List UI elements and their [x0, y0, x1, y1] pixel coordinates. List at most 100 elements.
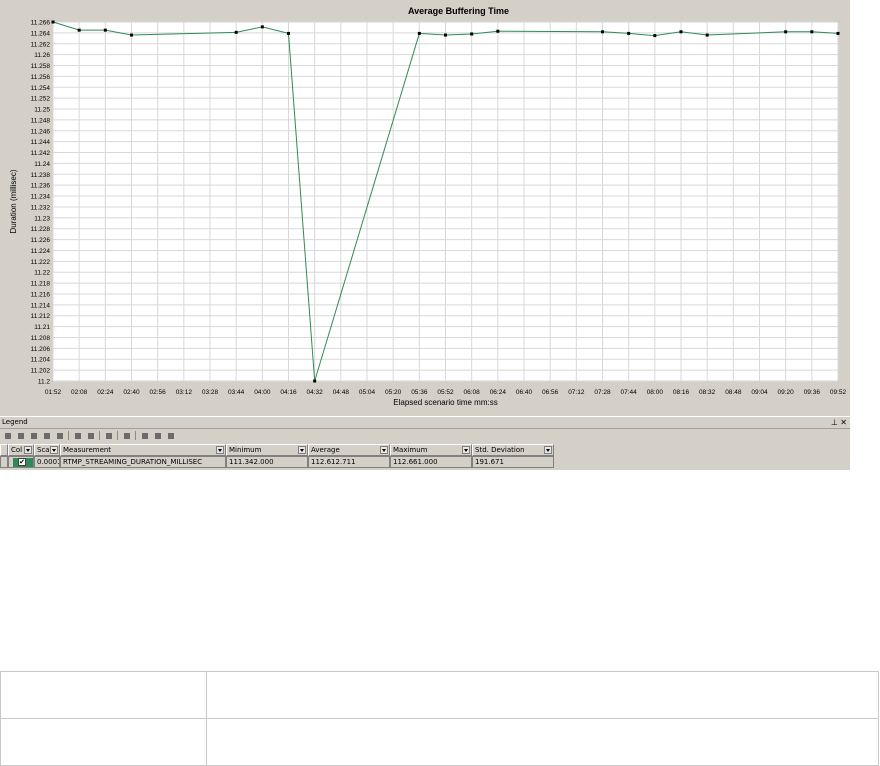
- x-axis-label: Elapsed scenario time mm:ss: [393, 398, 497, 407]
- x-tick-label: 08:16: [673, 389, 690, 396]
- table-cell: [0, 718, 207, 766]
- col-header-measurement[interactable]: Measurement: [60, 444, 226, 456]
- legend-panel: Legend ⊥ ✕ Col Sca Measurement Minimum A…: [0, 416, 850, 470]
- table-cell: [0, 671, 207, 719]
- col-header-color[interactable]: Col: [8, 444, 34, 456]
- col-header-std-deviation[interactable]: Std. Deviation: [472, 444, 554, 456]
- y-tick-label: 11.236: [31, 183, 51, 190]
- data-point: [234, 30, 238, 34]
- x-tick-label: 06:56: [542, 389, 559, 396]
- col-header-maximum[interactable]: Maximum: [390, 444, 472, 456]
- x-tick-label: 04:16: [280, 389, 297, 396]
- expand-icon[interactable]: [139, 430, 149, 440]
- collapse-icon[interactable]: [152, 430, 162, 440]
- chevron-down-icon[interactable]: [216, 446, 224, 454]
- y-tick-label: 11.234: [31, 194, 51, 201]
- x-tick-label: 03:12: [176, 389, 193, 396]
- y-tick-label: 11.2: [38, 379, 51, 386]
- chevron-down-icon[interactable]: [298, 446, 306, 454]
- show-all-icon[interactable]: [2, 430, 12, 440]
- scale-cell: 0.0001: [34, 456, 60, 468]
- hide-all-icon[interactable]: [15, 430, 25, 440]
- x-tick-label: 01:52: [45, 389, 62, 396]
- x-tick-label: 09:36: [804, 389, 821, 396]
- y-tick-label: 11.208: [31, 335, 51, 342]
- chevron-down-icon[interactable]: [380, 446, 388, 454]
- y-tick-label: 11.228: [31, 226, 51, 233]
- pin-icon[interactable]: ⊥: [831, 417, 838, 428]
- align-right-icon[interactable]: [85, 430, 95, 440]
- y-tick-label: 11.222: [31, 259, 51, 266]
- visibility-checkbox[interactable]: ✔: [18, 458, 26, 466]
- y-tick-label: 11.254: [31, 85, 51, 92]
- data-point: [313, 379, 317, 383]
- data-point: [784, 30, 788, 34]
- y-tick-label: 11.22: [34, 270, 50, 277]
- stop-icon[interactable]: [165, 430, 175, 440]
- y-tick-label: 11.232: [31, 204, 51, 211]
- color-cell[interactable]: ✔: [8, 456, 34, 468]
- chevron-down-icon[interactable]: [462, 446, 470, 454]
- x-tick-label: 04:48: [333, 389, 350, 396]
- y-tick-label: 11.246: [31, 128, 51, 135]
- y-tick-label: 11.23: [34, 215, 50, 222]
- y-tick-label: 11.224: [31, 248, 51, 255]
- y-tick-label: 11.264: [31, 30, 51, 37]
- x-tick-label: 08:48: [725, 389, 742, 396]
- link-icon[interactable]: [41, 430, 51, 440]
- close-icon[interactable]: ✕: [840, 417, 847, 428]
- x-tick-label: 06:24: [490, 389, 507, 396]
- x-tick-label: 09:04: [751, 389, 768, 396]
- col-header-average[interactable]: Average: [308, 444, 390, 456]
- legend-title: Legend: [2, 418, 28, 426]
- std-deviation-cell: 191.671: [472, 456, 554, 468]
- show-selected-icon[interactable]: [28, 430, 38, 440]
- x-tick-label: 04:00: [254, 389, 271, 396]
- data-point: [260, 25, 264, 29]
- align-left-icon[interactable]: [72, 430, 82, 440]
- table-row: [0, 718, 879, 766]
- measurement-cell: RTMP_STREAMING_DURATION_MILLISEC: [60, 456, 226, 468]
- data-point: [705, 33, 709, 37]
- y-tick-label: 11.21: [34, 324, 50, 331]
- data-point: [103, 28, 107, 32]
- average-cell: 112.612.711: [308, 456, 390, 468]
- chart-panel: Average Buffering Time 11.266 11.264 11.262…: [0, 0, 850, 418]
- y-tick-label: 11.214: [31, 302, 51, 309]
- data-point: [627, 31, 631, 35]
- row-selector-header[interactable]: [0, 444, 8, 456]
- col-header-minimum[interactable]: Minimum: [226, 444, 308, 456]
- x-tick-label: 08:32: [699, 389, 716, 396]
- col-header-scale[interactable]: Sca: [34, 444, 60, 456]
- x-tick-label: 07:28: [594, 389, 611, 396]
- x-tick-label: 03:28: [202, 389, 219, 396]
- x-tick-label: 02:08: [71, 389, 88, 396]
- table-cell: [206, 718, 879, 766]
- x-tick-label: 02:56: [150, 389, 167, 396]
- data-point: [77, 28, 81, 32]
- sort-icon[interactable]: [103, 430, 113, 440]
- legend-header: Legend ⊥ ✕: [0, 417, 850, 429]
- y-tick-label: 11.218: [31, 281, 51, 288]
- y-tick-label: 11.266: [31, 20, 51, 27]
- chevron-down-icon[interactable]: [24, 446, 32, 454]
- y-tick-label: 11.252: [31, 96, 51, 103]
- filter-icon[interactable]: [54, 430, 64, 440]
- row-selector[interactable]: [0, 456, 8, 468]
- chevron-down-icon[interactable]: [544, 446, 552, 454]
- x-tick-label: 09:20: [778, 389, 795, 396]
- y-tick-label: 11.26: [34, 52, 50, 59]
- x-tick-label: 04:32: [307, 389, 324, 396]
- data-point: [287, 31, 290, 35]
- y-tick-label: 11.258: [31, 63, 51, 70]
- y-tick-label: 11.206: [31, 346, 51, 353]
- data-point: [601, 30, 604, 34]
- columns-icon[interactable]: [121, 430, 131, 440]
- x-tick-label: 07:44: [621, 389, 638, 396]
- y-tick-label: 11.212: [31, 313, 51, 320]
- data-point: [417, 31, 421, 35]
- chevron-down-icon[interactable]: [50, 446, 58, 454]
- data-point: [51, 20, 55, 24]
- legend-toolbar: [2, 430, 302, 442]
- x-tick-label: 08:00: [647, 389, 664, 396]
